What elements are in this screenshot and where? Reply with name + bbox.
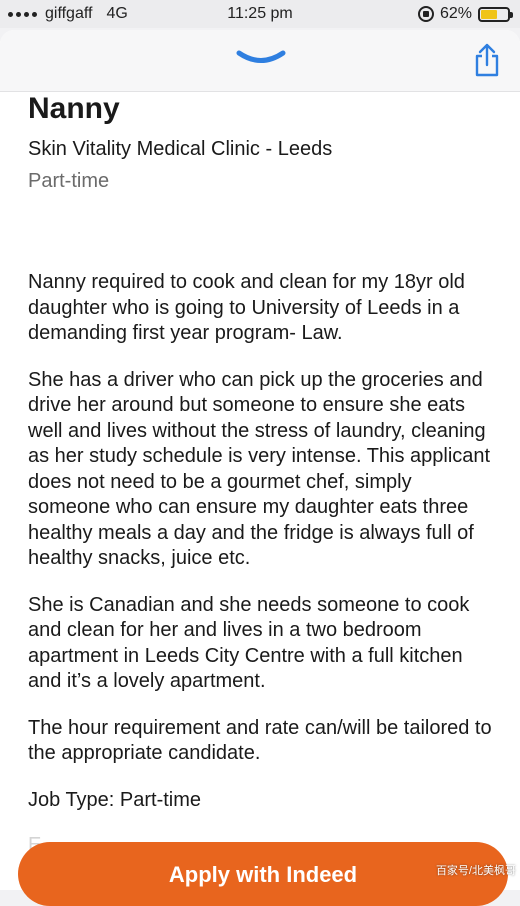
battery-percent: 62% (439, 5, 472, 22)
collapse-button[interactable] (233, 44, 289, 74)
job-summary: Nanny Skin Vitality Medical Clinic - Lee… (28, 92, 498, 193)
description-paragraph: Nanny required to cook and clean for my … (28, 271, 465, 344)
job-type-line: Job Type: Part-time (28, 788, 202, 811)
apply-button[interactable]: Apply with Indeed (18, 842, 508, 906)
job-description: Nanny required to cook and clean for my … (28, 270, 498, 853)
status-bar: giffgaff 4G 11:25 pm 62% (0, 0, 520, 28)
description-paragraph: She is Canadian and she needs someone to… (28, 593, 470, 693)
share-button[interactable] (470, 42, 504, 78)
description-paragraph: The hour requirement and rate can/will b… (28, 716, 492, 765)
watermark: 百家号/北美枫哥 (435, 865, 516, 877)
battery-icon (478, 6, 513, 22)
status-right: 62% (417, 0, 513, 28)
job-title: Nanny (28, 92, 120, 125)
sheet-header (0, 30, 520, 92)
company-location: Skin Vitality Medical Clinic - Leeds (28, 138, 333, 160)
share-icon (475, 43, 499, 77)
chevron-down-icon (236, 50, 286, 63)
employment-type: Part-time (28, 170, 110, 192)
description-paragraph: She has a driver who can pick up the gro… (28, 368, 491, 570)
apply-button-label: Apply with Indeed (168, 862, 358, 887)
rotation-lock-icon (417, 6, 434, 22)
